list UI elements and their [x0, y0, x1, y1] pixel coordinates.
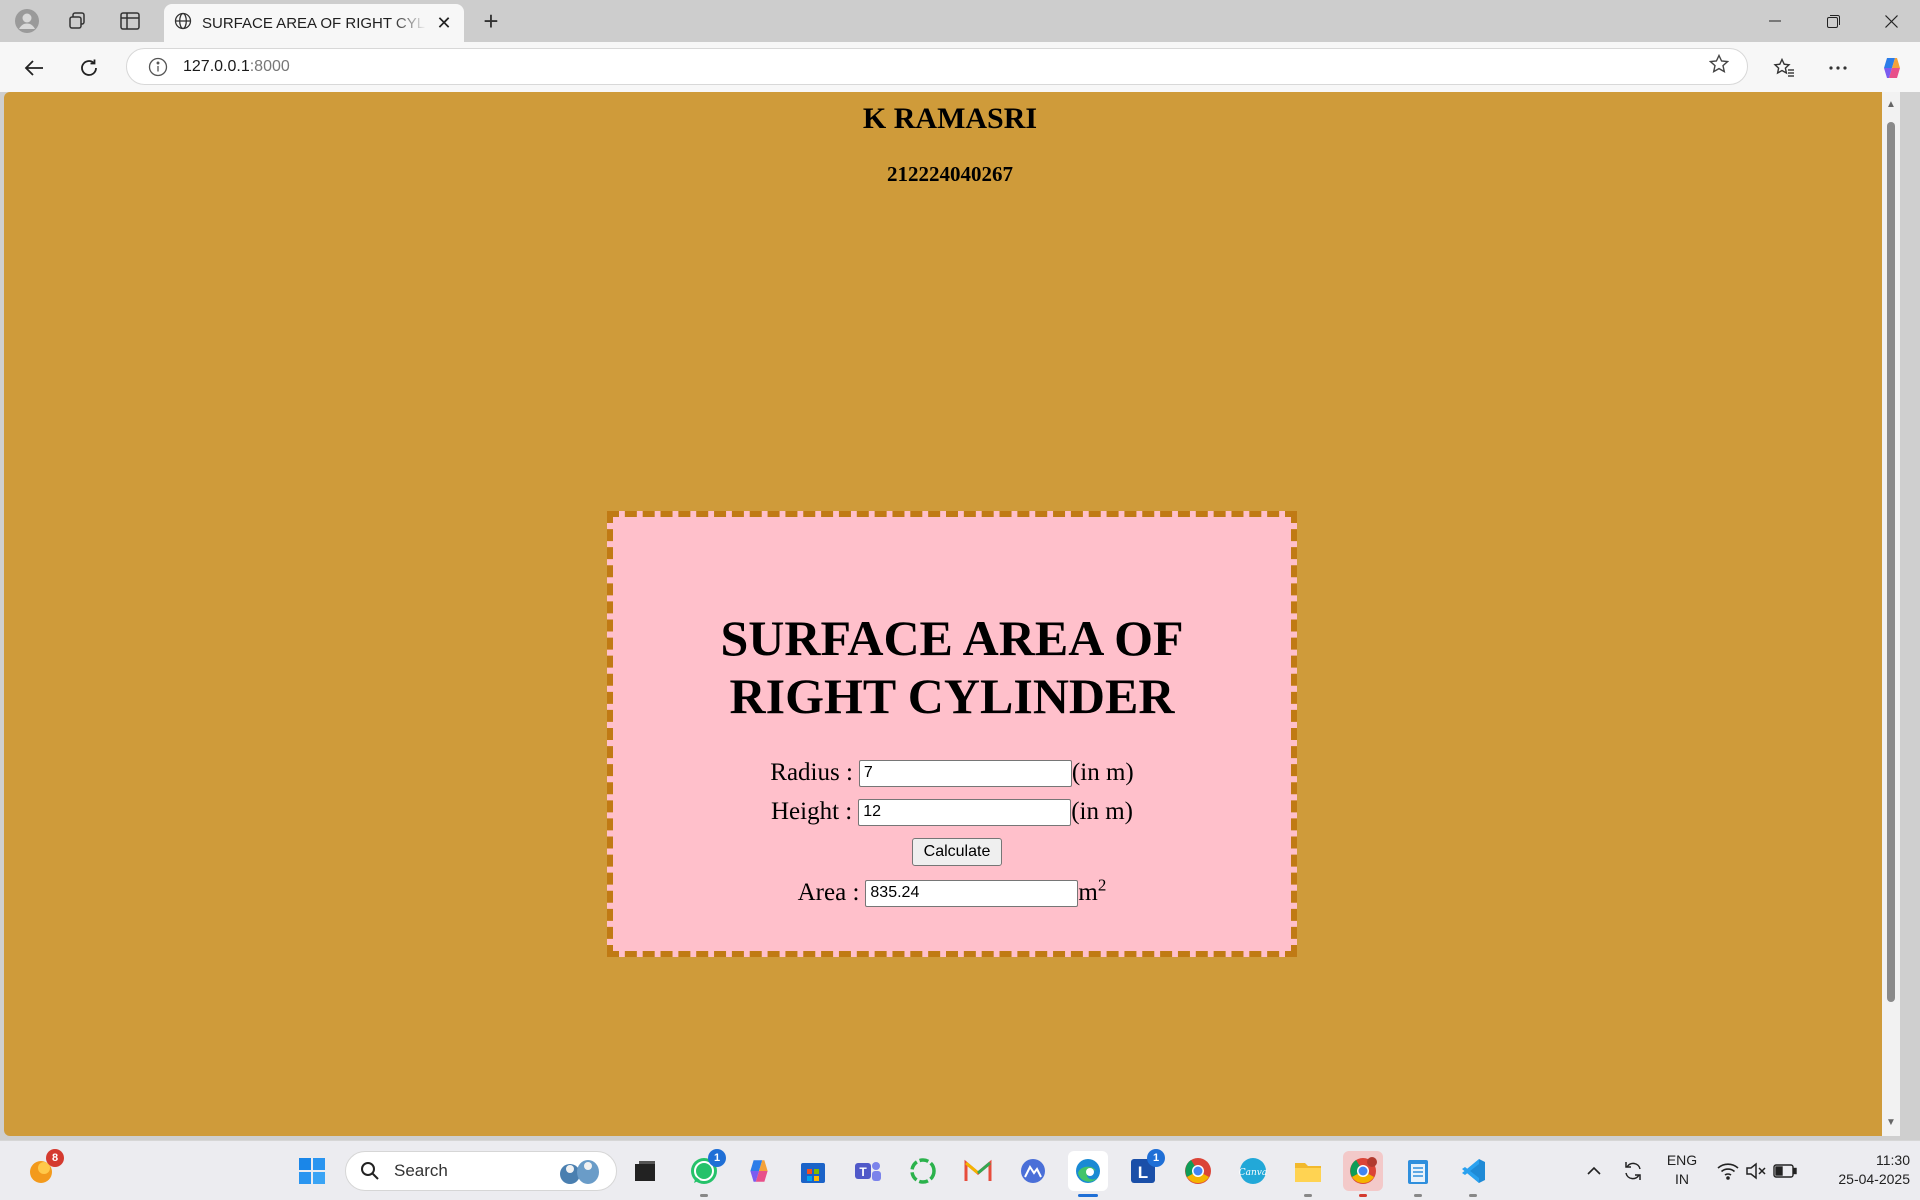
- language-region: IN: [1675, 1171, 1689, 1187]
- language-code: ENG: [1666, 1152, 1698, 1168]
- taskbar-search[interactable]: Search: [345, 1151, 617, 1191]
- language-indicator[interactable]: ENG IN: [1662, 1151, 1702, 1189]
- svg-text:Canva: Canva: [1239, 1168, 1268, 1178]
- close-tab-icon[interactable]: ✕: [432, 13, 456, 34]
- area-unit-exponent: 2: [1097, 875, 1107, 895]
- browser-titlebar: SURFACE AREA OF RIGHT CYLINDER ✕ +: [0, 0, 1920, 42]
- calculate-button[interactable]: Calculate: [912, 838, 1002, 866]
- calculator-title: SURFACE AREA OF RIGHT CYLINDER: [613, 609, 1291, 725]
- new-tab-button[interactable]: +: [476, 6, 506, 36]
- scroll-down-icon[interactable]: ▼: [1885, 1118, 1897, 1128]
- area-output[interactable]: [865, 879, 1079, 907]
- height-row: Height : (in m): [613, 798, 1291, 826]
- system-clock[interactable]: 11:30 25-04-2025: [1810, 1151, 1910, 1189]
- radius-input[interactable]: [858, 759, 1072, 787]
- page-viewport: K RAMASRI 212224040267 SURFACE AREA OF R…: [4, 92, 1900, 1136]
- favorite-star-icon[interactable]: [1708, 53, 1730, 79]
- calculator-title-line-1: SURFACE AREA OF: [720, 610, 1184, 666]
- height-unit: (in m): [1071, 798, 1134, 825]
- copilot-app-icon[interactable]: [739, 1151, 779, 1191]
- url-text: 127.0.0.1:8000: [183, 58, 290, 76]
- whatsapp-icon[interactable]: 1: [684, 1149, 726, 1197]
- clock-date: 25-04-2025: [1838, 1171, 1910, 1187]
- page-scrollbar[interactable]: ▲ ▼: [1882, 92, 1900, 1136]
- weather-badge: 8: [46, 1149, 64, 1167]
- refresh-button[interactable]: [73, 52, 105, 84]
- svg-text:T: T: [859, 1165, 867, 1179]
- back-button[interactable]: [18, 52, 50, 84]
- volume-muted-icon[interactable]: [1744, 1159, 1768, 1183]
- radius-unit: (in m): [1071, 759, 1134, 786]
- area-unit: m2: [1078, 875, 1107, 907]
- file-explorer-icon[interactable]: [1288, 1151, 1328, 1197]
- chrome-profile-icon[interactable]: [1343, 1151, 1383, 1197]
- l-app-icon[interactable]: L 1: [1123, 1149, 1165, 1191]
- vscode-icon[interactable]: [1453, 1151, 1493, 1197]
- close-window-button[interactable]: [1862, 0, 1920, 42]
- area-row: Area : m2: [613, 875, 1291, 907]
- running-indicator: [1469, 1194, 1477, 1197]
- windows-taskbar: 8 Search 1 T L 1 Canva ENG IN 11:30 25-0…: [0, 1140, 1920, 1200]
- height-label: Height :: [770, 798, 853, 825]
- running-indicator: [1304, 1194, 1312, 1197]
- favorites-icon[interactable]: [1768, 52, 1800, 84]
- copilot-icon[interactable]: [1876, 52, 1908, 84]
- url-port: :8000: [249, 57, 290, 75]
- gmail-icon[interactable]: [958, 1151, 998, 1191]
- radius-label: Radius :: [770, 759, 853, 786]
- address-bar[interactable]: 127.0.0.1:8000: [126, 48, 1748, 85]
- radius-row: Radius : (in m): [613, 759, 1291, 787]
- search-label: Search: [394, 1161, 448, 1180]
- minimize-button[interactable]: [1746, 0, 1804, 42]
- running-indicator: [700, 1194, 708, 1197]
- globe-icon: [174, 12, 192, 35]
- running-indicator: [1414, 1194, 1422, 1197]
- profile-icon[interactable]: [12, 6, 42, 36]
- scroll-thumb[interactable]: [1887, 122, 1895, 1002]
- canva-icon[interactable]: Canva: [1233, 1151, 1273, 1191]
- browser-toolbar: 127.0.0.1:8000: [0, 42, 1920, 92]
- student-name-heading: K RAMASRI: [862, 102, 1038, 135]
- chrome-icon[interactable]: [1178, 1151, 1218, 1191]
- svg-text:L: L: [1138, 1163, 1148, 1182]
- more-options-icon[interactable]: [1822, 52, 1854, 84]
- tab-title: SURFACE AREA OF RIGHT CYLINDER: [202, 14, 426, 32]
- height-input[interactable]: [858, 798, 1072, 826]
- active-indicator: [1078, 1194, 1098, 1197]
- start-icon[interactable]: [292, 1151, 332, 1191]
- running-indicator: [1359, 1194, 1367, 1197]
- vpn-app-icon[interactable]: [1013, 1151, 1053, 1191]
- url-host: 127.0.0.1: [183, 57, 250, 75]
- roll-number-heading: 212224040267: [887, 162, 1013, 186]
- browser-tab[interactable]: SURFACE AREA OF RIGHT CYLINDER ✕: [164, 4, 464, 42]
- vertical-tabs-icon[interactable]: [115, 6, 145, 36]
- weather-widget-icon[interactable]: 8: [22, 1149, 64, 1191]
- restore-button[interactable]: [1804, 0, 1862, 42]
- wifi-icon[interactable]: [1716, 1159, 1740, 1183]
- task-view-icon[interactable]: [625, 1151, 665, 1191]
- edge-icon[interactable]: [1068, 1151, 1108, 1197]
- site-info-icon[interactable]: [147, 56, 169, 78]
- teams-icon[interactable]: T: [848, 1151, 888, 1191]
- l-app-badge: 1: [1147, 1149, 1165, 1167]
- search-highlight-icon: [552, 1156, 608, 1186]
- battery-icon[interactable]: [1772, 1159, 1798, 1183]
- notepad-icon[interactable]: [1398, 1151, 1438, 1197]
- workspaces-icon[interactable]: [62, 6, 92, 36]
- circle-app-icon[interactable]: [903, 1151, 943, 1191]
- search-icon: [360, 1161, 380, 1181]
- calculator-title-line-2: RIGHT CYLINDER: [729, 668, 1175, 724]
- calculator-box: SURFACE AREA OF RIGHT CYLINDER Radius : …: [607, 511, 1297, 957]
- area-label: Area :: [797, 879, 860, 906]
- clock-time: 11:30: [1876, 1152, 1910, 1168]
- store-icon[interactable]: [793, 1151, 833, 1191]
- show-hidden-icons[interactable]: [1582, 1159, 1606, 1183]
- scroll-up-icon[interactable]: ▲: [1885, 100, 1897, 110]
- area-unit-base: m: [1078, 879, 1098, 906]
- whatsapp-badge: 1: [708, 1149, 726, 1167]
- sync-icon[interactable]: [1620, 1159, 1646, 1183]
